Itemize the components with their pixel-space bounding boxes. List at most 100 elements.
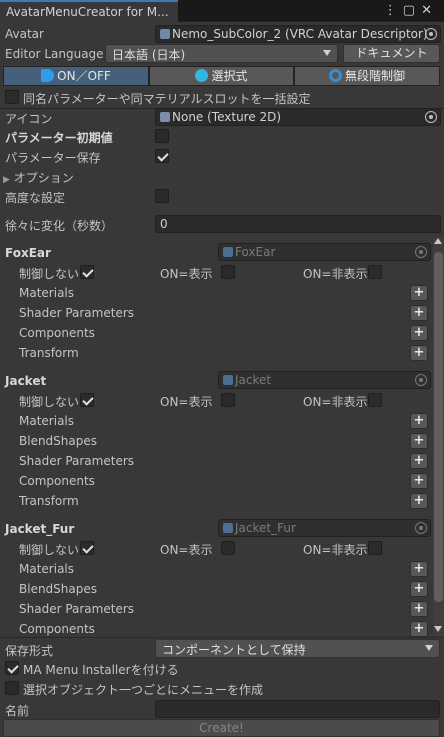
avatar-field[interactable]: Nemo_SubColor_2 (VRC Avatar Descriptor) <box>155 25 441 43</box>
list-item: Materials <box>19 286 75 300</box>
no-control-label: 制御しない <box>19 395 80 409</box>
list-item: Shader Parameters <box>19 306 135 320</box>
gameobject-icon <box>223 523 233 533</box>
add-materials-button[interactable]: + <box>410 561 428 577</box>
save-format-value: コンポーネントとして保持 <box>162 643 306 657</box>
advanced-checkbox[interactable] <box>155 189 169 203</box>
add-blendshapes-button[interactable]: + <box>410 581 428 597</box>
list-item: Components <box>19 474 95 488</box>
list-item: Shader Parameters <box>19 454 135 468</box>
group-title-jacket: Jacket <box>5 374 47 388</box>
name-label: 名前 <box>5 704 30 718</box>
tab-continuous-label: 無段階制御 <box>344 69 405 83</box>
on-hide-label: ON=非表示 <box>303 267 368 281</box>
param-initial-checkbox[interactable] <box>155 129 169 143</box>
window-tab[interactable]: AvatarMenuCreator for M... <box>0 0 178 23</box>
gradual-label: 徐々に変化（秒数） <box>5 219 114 233</box>
bulk-setting-checkbox[interactable] <box>5 90 19 104</box>
on-hide-label: ON=非表示 <box>303 543 368 557</box>
on-show-checkbox[interactable] <box>221 393 235 407</box>
add-shader-parameters-button[interactable]: + <box>410 601 428 617</box>
add-components-button[interactable]: + <box>410 325 428 341</box>
group-object-value: Jacket_Fur <box>235 521 296 535</box>
on-hide-checkbox[interactable] <box>368 265 382 279</box>
divider <box>0 637 444 638</box>
group-object-value: Jacket <box>235 373 272 387</box>
object-picker-icon[interactable] <box>415 374 427 386</box>
maximize-icon[interactable]: ▢ <box>403 3 421 18</box>
window-controls: ⋮▢✕ <box>384 3 438 18</box>
radial-icon <box>328 69 342 82</box>
list-item: BlendShapes <box>19 582 97 596</box>
per-object-label: 選択オブジェクト一つごとにメニューを作成 <box>23 683 264 697</box>
group-object-value: FoxEar <box>235 245 276 259</box>
editor-language-dropdown[interactable]: 日本語 (日本) <box>105 44 338 63</box>
no-control-label: 制御しない <box>19 267 80 281</box>
on-show-label: ON=表示 <box>160 267 213 281</box>
param-initial-label: パラメーター初期値 <box>5 131 113 145</box>
add-shader-parameters-button[interactable]: + <box>410 305 428 321</box>
save-format-label: 保存形式 <box>5 644 54 658</box>
per-object-checkbox[interactable] <box>5 681 19 695</box>
chevron-down-icon <box>425 645 433 651</box>
on-show-label: ON=表示 <box>160 395 213 409</box>
tab-select[interactable]: 選択式 <box>149 66 294 86</box>
list-item: Materials <box>19 562 75 576</box>
group-object-field-jacket[interactable]: Jacket <box>218 371 431 389</box>
on-show-checkbox[interactable] <box>221 541 235 555</box>
select-icon <box>195 69 209 82</box>
list-item: BlendShapes <box>19 434 97 448</box>
close-icon[interactable]: ✕ <box>421 3 438 18</box>
object-picker-icon[interactable] <box>425 28 437 40</box>
scroll-up-icon[interactable] <box>434 238 442 244</box>
more-icon[interactable]: ⋮ <box>384 3 403 18</box>
scroll-down-icon[interactable] <box>434 626 442 632</box>
param-save-checkbox[interactable] <box>155 149 169 163</box>
tab-continuous[interactable]: 無段階制御 <box>294 66 440 86</box>
add-materials-button[interactable]: + <box>410 413 428 429</box>
add-components-button[interactable]: + <box>410 473 428 489</box>
object-picker-icon[interactable] <box>415 522 427 534</box>
add-transform-button[interactable]: + <box>410 345 428 361</box>
ma-installer-label: MA Menu Installerを付ける <box>23 663 179 677</box>
on-show-checkbox[interactable] <box>221 265 235 279</box>
documentation-button[interactable]: ドキュメント <box>343 44 440 63</box>
list-item: Transform <box>19 346 79 360</box>
list-item: Materials <box>19 414 75 428</box>
no-control-checkbox[interactable] <box>80 541 94 555</box>
save-format-dropdown[interactable]: コンポーネントとして保持 <box>155 639 440 658</box>
gameobject-icon <box>223 375 233 385</box>
no-control-checkbox[interactable] <box>80 265 94 279</box>
object-picker-icon[interactable] <box>415 246 427 258</box>
group-object-field-foxear[interactable]: FoxEar <box>218 243 431 261</box>
object-picker-icon[interactable] <box>425 111 437 123</box>
icon-texture-field[interactable]: None (Texture 2D) <box>155 108 441 126</box>
create-button[interactable]: Create! <box>3 719 440 737</box>
group-object-field-jacket-fur[interactable]: Jacket_Fur <box>218 519 431 537</box>
name-input[interactable] <box>155 700 440 718</box>
no-control-label: 制御しない <box>19 543 80 557</box>
add-shader-parameters-button[interactable]: + <box>410 453 428 469</box>
tab-select-label: 選択式 <box>211 69 248 83</box>
tab-on-off[interactable]: ON／OFF <box>3 66 149 86</box>
add-transform-button[interactable]: + <box>410 493 428 509</box>
no-control-checkbox[interactable] <box>80 393 94 407</box>
add-components-button[interactable]: + <box>410 621 428 637</box>
gradual-input[interactable]: 0 <box>155 215 441 233</box>
advanced-label: 高度な設定 <box>5 191 66 205</box>
options-label: オプション <box>13 171 74 185</box>
param-save-label: パラメーター保存 <box>5 151 101 165</box>
add-blendshapes-button[interactable]: + <box>410 433 428 449</box>
add-materials-button[interactable]: + <box>410 285 428 301</box>
on-hide-checkbox[interactable] <box>368 393 382 407</box>
scrollbar-thumb[interactable] <box>434 252 443 602</box>
on-hide-checkbox[interactable] <box>368 541 382 555</box>
ma-installer-checkbox[interactable] <box>5 661 19 675</box>
avatar-field-value: Nemo_SubColor_2 (VRC Avatar Descriptor) <box>172 27 428 41</box>
editor-language-label: Editor Language <box>5 47 104 61</box>
options-foldout[interactable]: ▶ オプション <box>3 169 74 186</box>
avatar-descriptor-icon <box>160 29 170 39</box>
gameobject-icon <box>223 247 233 257</box>
bulk-setting-label: 同名パラメーターや同マテリアルスロットを一括設定 <box>23 92 311 106</box>
chevron-right-icon: ▶ <box>3 175 10 185</box>
